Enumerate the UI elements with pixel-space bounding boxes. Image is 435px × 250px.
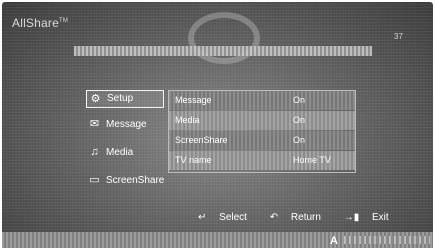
app-title: AllShareTM (12, 16, 68, 30)
a-button-icon[interactable]: A (330, 235, 338, 247)
return-icon: ↶ (269, 212, 279, 223)
setting-value: On (293, 95, 306, 105)
setting-label: ScreenShare (175, 135, 228, 145)
a-button-caption (344, 236, 430, 244)
setting-value: On (293, 135, 306, 145)
exit-hint[interactable]: →▮ Exit (344, 212, 399, 223)
setting-label: Media (175, 115, 200, 125)
setting-label: TV name (175, 155, 212, 165)
setting-row-tv-name[interactable]: TV name Home TV (169, 151, 355, 170)
setting-row-message[interactable]: Message On (169, 91, 355, 110)
sidebar-item-label: Setup (107, 93, 134, 104)
background-logo (188, 12, 260, 64)
return-hint[interactable]: ↶ Return (270, 212, 334, 223)
music-note-icon: ♫ (90, 146, 99, 158)
sidebar-item-message[interactable]: ✉ Message (86, 114, 166, 136)
enter-icon: ↵ (198, 212, 207, 223)
sidebar-item-setup[interactable]: ⚙ Setup (86, 90, 164, 108)
setting-row-screenshare[interactable]: ScreenShare On (169, 131, 355, 150)
footer-hints: ↵ Select ↶ Return →▮ Exit (198, 212, 409, 223)
setting-row-media[interactable]: Media On (169, 111, 355, 130)
select-label: Select (219, 212, 247, 223)
sidebar-item-label: Media (106, 147, 134, 158)
envelope-icon: ✉ (89, 118, 100, 130)
sidebar-item-screenshare[interactable]: ▭ ScreenShare (86, 170, 166, 192)
screen-icon: ▭ (89, 174, 100, 186)
tv-screen: AllShareTM 37 ⚙ Setup ✉ Message ♫ Media … (2, 2, 433, 248)
corner-number: 37 (394, 32, 403, 41)
trademark: TM (58, 18, 69, 24)
settings-panel: Message On Media On ScreenShare On TV na… (168, 90, 356, 173)
select-hint[interactable]: ↵ Select (198, 212, 260, 223)
gear-icon: ⚙ (90, 93, 101, 105)
return-label: Return (290, 212, 321, 223)
sidebar: ⚙ Setup ✉ Message ♫ Media ▭ ScreenShare (86, 90, 166, 198)
app-title-text: AllShare (12, 16, 59, 30)
exit-label: Exit (372, 212, 389, 223)
sidebar-item-media[interactable]: ♫ Media (86, 142, 166, 164)
sidebar-item-label: Message (106, 119, 147, 130)
sidebar-item-label: ScreenShare (106, 175, 165, 186)
setting-value: On (293, 115, 306, 125)
setting-label: Message (175, 95, 212, 105)
setting-value: Home TV (293, 155, 331, 165)
header-band (74, 46, 372, 56)
exit-icon: →▮ (343, 212, 360, 223)
